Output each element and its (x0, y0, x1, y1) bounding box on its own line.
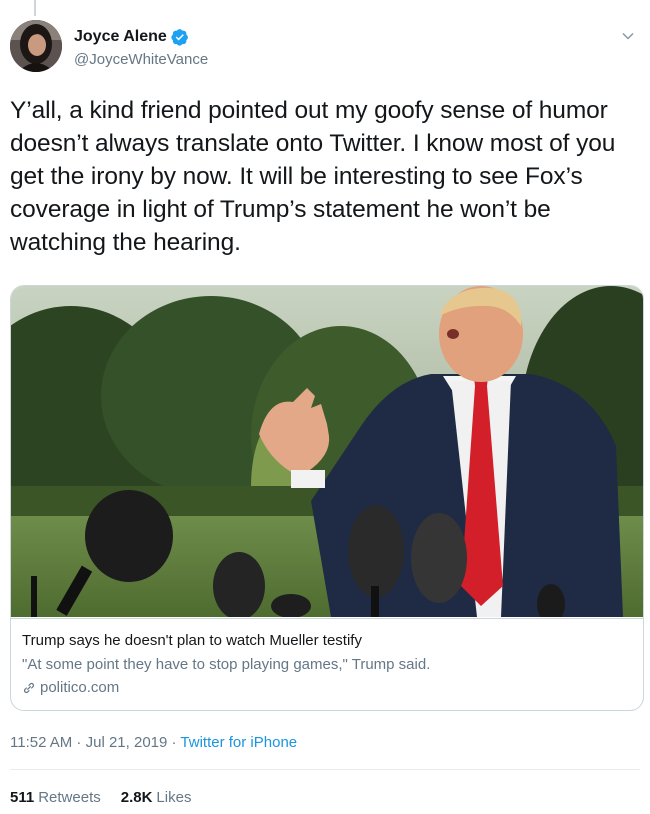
tweet-time[interactable]: 11:52 AM (10, 734, 72, 751)
avatar[interactable] (10, 20, 62, 72)
author-name[interactable]: Joyce Alene (74, 28, 167, 46)
author-handle[interactable]: @JoyceWhiteVance (74, 51, 208, 68)
link-card[interactable]: Trump says he doesn't plan to watch Muel… (10, 285, 644, 711)
meta-separator: · (72, 734, 86, 751)
card-image[interactable] (11, 286, 643, 617)
tweet-stats: 511 Retweets 2.8K Likes (10, 789, 211, 806)
retweets-stat[interactable]: 511 Retweets (10, 789, 101, 806)
likes-stat[interactable]: 2.8K Likes (121, 789, 192, 806)
chevron-down-icon[interactable] (620, 28, 636, 44)
divider (10, 769, 640, 770)
card-meta: Trump says he doesn't plan to watch Muel… (11, 618, 643, 710)
likes-label: Likes (156, 789, 192, 806)
link-icon (23, 682, 35, 693)
retweets-count: 511 (10, 789, 35, 806)
card-description: "At some point they have to stop playing… (22, 656, 431, 673)
tweet-date[interactable]: Jul 21, 2019 (86, 734, 168, 751)
tweet-meta: 11:52 AM · Jul 21, 2019 · Twitter for iP… (10, 734, 297, 751)
verified-badge-icon (171, 29, 188, 46)
card-domain: politico.com (22, 679, 119, 696)
card-domain-text: politico.com (40, 679, 120, 696)
card-title: Trump says he doesn't plan to watch Muel… (22, 632, 362, 649)
thread-connector-line (34, 0, 36, 16)
tweet-source-link[interactable]: Twitter for iPhone (180, 734, 297, 751)
meta-separator: · (167, 734, 181, 751)
avatar-image (10, 20, 62, 72)
tweet-text: Y’all, a kind friend pointed out my goof… (10, 97, 616, 256)
tweet-header: Joyce Alene @JoyceWhiteVance (10, 20, 640, 80)
retweets-label: Retweets (38, 789, 101, 806)
likes-count: 2.8K (120, 789, 153, 806)
name-row: Joyce Alene (74, 28, 189, 46)
